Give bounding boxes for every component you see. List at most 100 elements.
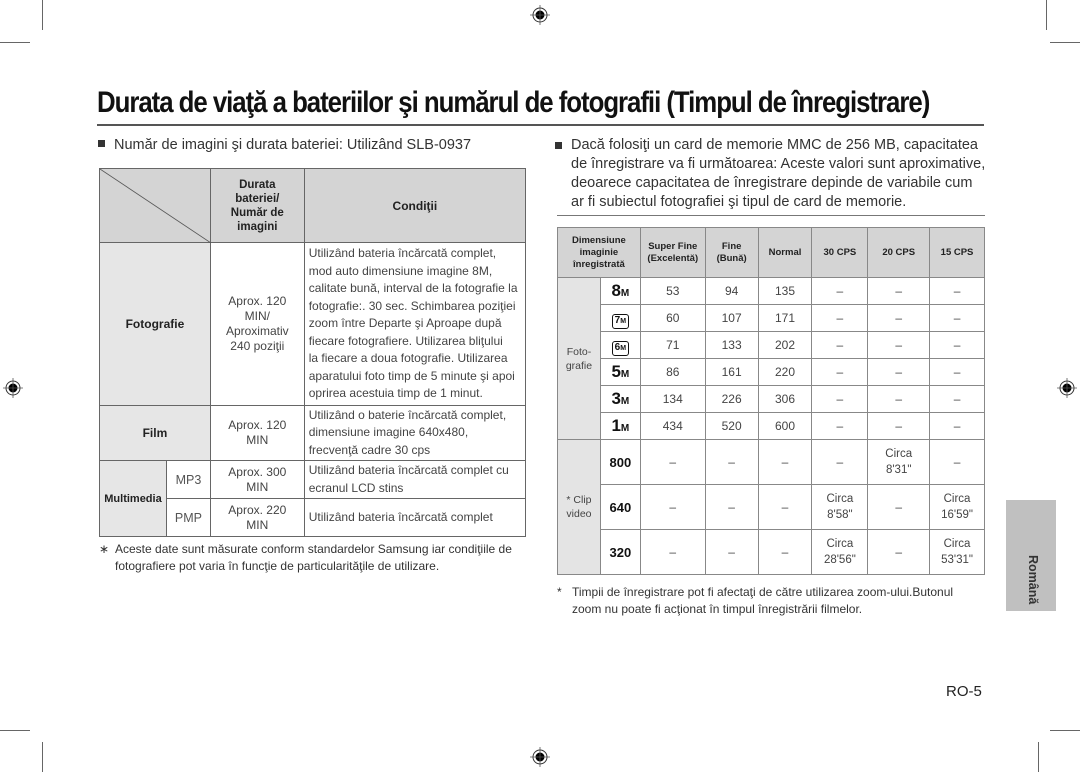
row-value: Aprox. 300 MIN	[209, 460, 305, 499]
header-15cps: 15 CPS	[929, 227, 985, 278]
table-cell: –	[929, 304, 985, 332]
header-20cps: 20 CPS	[867, 227, 931, 278]
table-cell: 226	[704, 385, 759, 413]
row-category: Film	[99, 405, 211, 461]
table-cell: Circa 8'31"	[867, 439, 931, 485]
crop-mark	[1050, 42, 1080, 43]
group-label-line: grafie	[565, 359, 593, 372]
header-text: Dimensiune	[571, 234, 626, 246]
table-row: 1M 434 520 600– – –	[558, 412, 985, 440]
table-cell: –	[811, 385, 869, 413]
table-cell: –	[704, 529, 759, 575]
header-text: imagini	[237, 220, 278, 233]
language-tab-label: Română	[1026, 555, 1040, 605]
table-cell: –	[867, 331, 931, 359]
value-line: Aprox. 300	[228, 464, 287, 479]
header-text: (Bună)	[716, 252, 747, 264]
table-cell: 202	[757, 331, 813, 359]
table-cell: –	[704, 439, 759, 485]
group-label-line: Foto-	[566, 345, 592, 358]
table-cell: 94	[704, 277, 759, 305]
group-label-photo: Foto-grafie	[557, 277, 601, 440]
condition-line: ecranul LCD stins	[308, 480, 404, 495]
size-5m-icon: 5M	[599, 358, 641, 386]
table-cell: 86	[639, 358, 706, 386]
table-cell: –	[867, 529, 931, 575]
header-size: Dimensiune imaginie înregistrată	[557, 227, 641, 278]
language-tab: Română	[1006, 500, 1056, 611]
table-row: * Clip video 800– – – – Circa 8'31" –	[557, 439, 985, 575]
right-section-heading: Dacă folosiţi un card de memorie MMC de …	[555, 136, 995, 212]
table-cell: 133	[704, 331, 759, 359]
value-line: MIN/	[244, 309, 270, 323]
condition-line: fotografie:. 30 sec. Schimbarea poziţiei	[308, 298, 516, 313]
crop-mark	[1046, 0, 1047, 30]
table-cell: 306	[757, 385, 813, 413]
header-text: Număr de	[230, 206, 284, 219]
title-underline	[97, 124, 984, 126]
table-row: 7M 60 107 171– – –	[558, 304, 985, 332]
crop-mark	[42, 0, 43, 30]
table-cell: –	[867, 412, 931, 440]
table-cell: 135	[757, 277, 813, 305]
cell-line: Circa	[885, 448, 913, 460]
table-row: 3M 134 226 306– – –	[558, 385, 985, 413]
condition-line: Utilizând o baterie încărcată complet,	[308, 407, 507, 422]
table-cell: –	[639, 439, 706, 485]
table-cell: –	[929, 412, 985, 440]
video-rows: * Clip video 800– – – – Circa 8'31" –640– – – Circa…	[557, 439, 985, 575]
cell-line: 16'59"	[941, 509, 973, 521]
header-text: Super Fine	[648, 240, 698, 252]
group-label-line: * Clip	[566, 494, 592, 506]
recording-capacity-table: Dimensiune imaginie înregistrată Super F…	[557, 227, 985, 575]
table-row: Foto-grafie 8M 53 94 135– – –	[557, 277, 985, 440]
cell-line: Circa	[826, 493, 854, 505]
size-3m-icon: 3M	[599, 385, 641, 413]
footnote-line: Timpii de înregistrare pot fi afectaţi d…	[572, 585, 954, 599]
table-cell: –	[867, 277, 931, 305]
footnote-mark: *	[557, 585, 562, 599]
table-cell: –	[867, 358, 931, 386]
registration-mark-icon	[530, 5, 550, 25]
video-resolution: 800	[599, 439, 641, 485]
photo-rows: Foto-grafie 8M 53 94 135– – –7M 60 107 171– – –6M 71…	[557, 277, 985, 440]
table-cell: –	[704, 484, 759, 530]
heading-line: de înregistrare va fi următoarea: Aceste…	[571, 156, 986, 172]
table-cell: 60	[639, 304, 706, 332]
table-cell: 600	[757, 412, 813, 440]
condition-line: oprirea acestuia timp de 1 minut.	[308, 386, 483, 401]
table-row: 5M 86 161 220– – –	[558, 358, 985, 386]
size-6m-panorama-icon: 6M	[599, 331, 641, 359]
value-line: Aprox. 120	[228, 294, 287, 308]
row-subcategory: PMP	[165, 498, 211, 537]
table-row: 640– – – Circa 8'58" – Circa 16'59"	[558, 484, 985, 530]
crop-mark	[0, 42, 30, 43]
table-header-row: Durata bateriei/ Număr de imagini Condiţ…	[99, 168, 527, 243]
table-cell: –	[811, 304, 869, 332]
table-cell: –	[757, 529, 813, 575]
table-cell: –	[867, 484, 931, 530]
page-title: Durata de viaţă a bateriilor şi numărul …	[97, 86, 930, 119]
table-cell: –	[811, 358, 869, 386]
condition-line: Utilizând bateria încărcată complet cu	[308, 463, 509, 477]
size-8m-icon: 8M	[599, 277, 641, 305]
table-cell: –	[811, 277, 869, 305]
table-cell: Circa 28'56"	[811, 529, 869, 575]
table-cell: –	[757, 484, 813, 530]
left-heading-text: Număr de imagini şi durata bateriei: Uti…	[114, 137, 472, 153]
header-normal: Normal	[757, 227, 813, 278]
table-cell: Circa 16'59"	[929, 484, 985, 530]
row-value: Aprox. 220 MIN	[209, 498, 305, 537]
bullet-square-icon	[98, 140, 105, 147]
header-text: bateriei/	[235, 192, 280, 205]
video-resolution: 640	[599, 484, 641, 530]
condition-line: Utilizând bateria încărcată complet	[308, 509, 493, 524]
footnote-line: zoom nu poate fi acţionat în timpul înre…	[572, 602, 863, 616]
header-30cps: 30 CPS	[811, 227, 869, 278]
battery-life-table: Durata bateriei/ Număr de imagini Condiţ…	[99, 168, 527, 537]
size-7m-wide-icon: 7M	[599, 304, 641, 332]
value-line: MIN	[246, 479, 269, 494]
cell-line: Circa	[943, 493, 971, 505]
header-text: imaginie	[579, 246, 619, 258]
header-superfine: Super Fine (Excelentă)	[639, 227, 706, 278]
